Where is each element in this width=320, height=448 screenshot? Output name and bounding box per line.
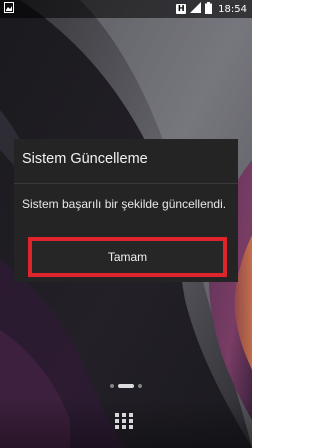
- page-indicator: [0, 382, 252, 390]
- status-bar: H 18:54: [0, 0, 252, 18]
- page-dot-active[interactable]: [118, 384, 134, 388]
- system-update-dialog: Sistem Güncelleme Sistem başarılı bir şe…: [14, 139, 238, 282]
- page-dot[interactable]: [110, 384, 114, 388]
- app-drawer-icon[interactable]: [114, 412, 134, 430]
- status-icons: H 18:54: [176, 1, 247, 17]
- image-icon: [4, 2, 14, 16]
- dialog-divider: [14, 183, 238, 184]
- network-h-icon: H: [176, 4, 187, 14]
- dialog-message: Sistem başarılı bir şekilde güncellendi.: [22, 197, 227, 211]
- signal-icon: [190, 2, 202, 16]
- status-time: 18:54: [218, 3, 247, 15]
- phone-screen: H 18:54 Sistem Güncelleme Sistem başarıl…: [0, 0, 252, 448]
- ok-button[interactable]: Tamam: [28, 237, 227, 277]
- ok-button-label: Tamam: [107, 250, 148, 264]
- battery-icon: [205, 1, 213, 17]
- dialog-title: Sistem Güncelleme: [22, 151, 148, 167]
- page-dot[interactable]: [138, 384, 142, 388]
